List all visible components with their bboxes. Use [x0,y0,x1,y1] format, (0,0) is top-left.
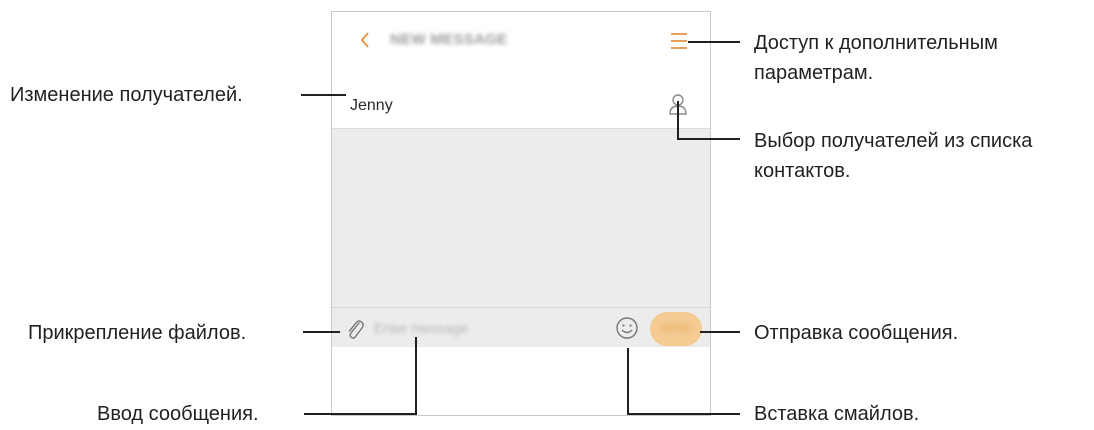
callout-more-options-line2: параметрам. [754,62,874,84]
line-enter-message [304,337,417,415]
callout-insert-emoticons: Вставка смайлов. [754,403,920,425]
callout-more-options-line1: Доступ к дополнительным [754,32,998,54]
line-select-contacts [677,101,740,140]
callout-select-contacts-line2: контактов. [754,160,851,182]
callout-change-recipients: Изменение получателей. [10,84,243,106]
callout-lines [301,41,740,415]
line-insert-emoticons [627,348,740,415]
callout-enter-message: Ввод сообщения. [97,403,259,425]
callout-attach-files: Прикрепление файлов. [28,322,247,344]
callout-select-contacts-line1: Выбор получателей из списка [754,130,1033,152]
callout-send-message: Отправка сообщения. [754,322,959,344]
